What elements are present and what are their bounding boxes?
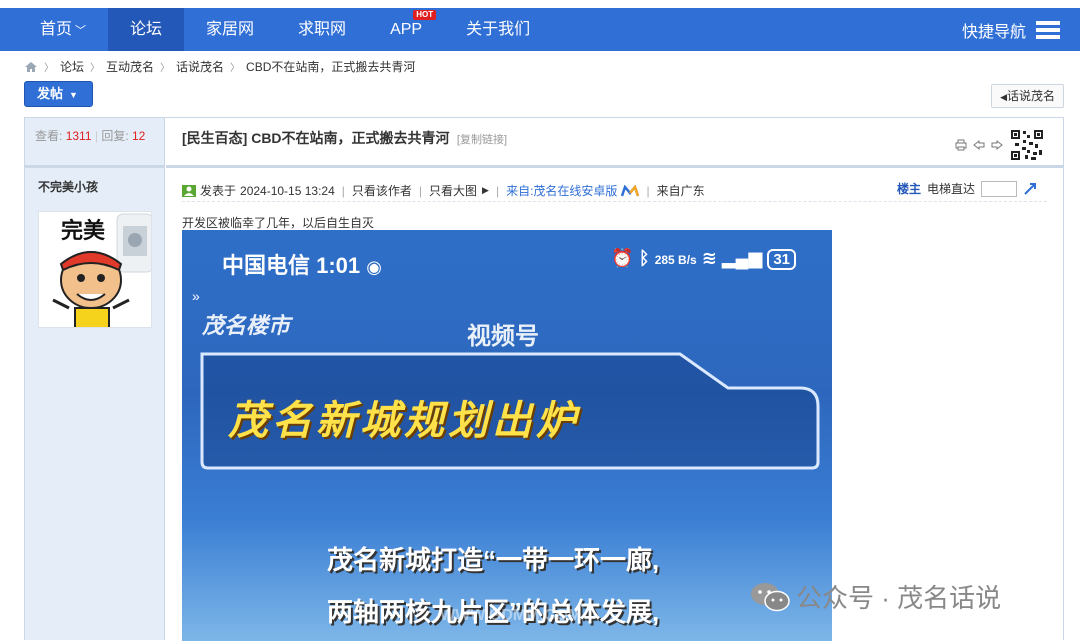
nav-about-label: 关于我们 xyxy=(466,21,531,38)
wechat-watermark: 公众号 · 茂名话说 xyxy=(750,578,1001,615)
breadcrumb-separator: 〉 xyxy=(44,63,54,74)
avatar-text: 完美 xyxy=(61,218,106,244)
caret-right-icon: ▶ xyxy=(482,185,489,195)
meta-separator: | xyxy=(646,183,650,198)
next-thread-icon[interactable] xyxy=(991,139,1003,151)
avatar-image: 完美 xyxy=(39,212,151,327)
thread-title: [民生百态] CBD不在站南，正式搬去共青河 xyxy=(182,130,450,146)
nav-home[interactable]: 首页 ﹀ xyxy=(0,8,108,51)
app-logo-icon xyxy=(621,184,640,196)
main-nav: 首页 ﹀ 论坛 家居网 求职网 APP HOT 关于我们 快捷导航 xyxy=(0,8,1080,51)
breadcrumb-interactive[interactable]: 互动茂名 xyxy=(106,58,154,75)
only-author-link[interactable]: 只看该作者 xyxy=(352,182,412,199)
breadcrumb-separator: 〉 xyxy=(160,63,171,74)
thread-stats: 查看: 1311 | 回复: 12 xyxy=(25,118,164,168)
nav-about[interactable]: 关于我们 xyxy=(444,8,552,51)
meta-separator: | xyxy=(495,183,500,198)
breadcrumb-board[interactable]: 话说茂名 xyxy=(176,58,224,75)
eye-icon: ◉ xyxy=(366,257,382,277)
go-arrow-icon[interactable] xyxy=(1023,182,1037,195)
video-headline: 茂名新城规划出炉 xyxy=(228,399,580,443)
nav-home-label: 首页 xyxy=(40,21,73,38)
breadcrumb: 〉 论坛 〉 互动茂名 〉 话说茂名 〉 CBD不在站南，正式搬去共青河 xyxy=(24,58,415,75)
post-column: [民生百态] CBD不在站南，正式搬去共青河 [复制链接] 发表于 2024-1… xyxy=(166,118,1063,641)
video-logo: 茂名楼市 xyxy=(202,313,291,338)
video-subtitle-1: 茂名新城打造“一带一环一廊, xyxy=(327,545,660,575)
breadcrumb-separator: 〉 xyxy=(90,63,101,74)
nav-jobs[interactable]: 求职网 xyxy=(276,8,368,51)
nav-forum[interactable]: 论坛 xyxy=(108,8,185,51)
wechat-account-name: 公众号 · 茂名话说 xyxy=(796,583,1002,613)
jump-label: 电梯直达 xyxy=(926,182,975,196)
post-body-text: 开发区被临幸了几年，以后自生自灭 xyxy=(182,216,375,230)
only-big-images-link[interactable]: 只看大图 xyxy=(429,182,477,199)
breadcrumb-forum[interactable]: 论坛 xyxy=(60,58,84,75)
prev-thread-icon[interactable] xyxy=(973,139,985,151)
replies-label: 回复: xyxy=(101,129,129,143)
author-name[interactable]: 不完美小孩 xyxy=(25,168,164,195)
menu-icon xyxy=(1036,20,1060,39)
post-image[interactable]: 中国电信 1:01 ◉ ⏰ ᛒ 285 B/s ≋ ▂▄▆ 31 » 茂名楼市 … xyxy=(182,230,832,641)
quick-nav-label: 快捷导航 xyxy=(961,23,1026,41)
back-to-board-label: 话说茂名 xyxy=(1006,89,1055,103)
caret-left-icon: ◀ xyxy=(1000,92,1007,102)
battery-icon: 31 xyxy=(767,249,796,270)
new-post-label: 发帖 xyxy=(37,86,64,101)
nav-app-label: APP xyxy=(390,21,423,38)
wechat-icon xyxy=(751,582,790,611)
qr-code-icon[interactable] xyxy=(1009,128,1045,162)
nav-jobs-label: 求职网 xyxy=(298,21,347,38)
caret-down-icon: ▼ xyxy=(69,90,78,100)
nav-app[interactable]: APP HOT xyxy=(368,8,444,51)
alarm-icon: ⏰ xyxy=(611,248,634,268)
posted-time: 2024-10-15 13:24 xyxy=(240,183,335,198)
posted-prefix: 发表于 xyxy=(200,184,237,198)
replies-count: 12 xyxy=(132,129,146,143)
phone-carrier-text: 中国电信 1:01 xyxy=(222,253,361,278)
post-meta: 发表于 2024-10-15 13:24 | 只看该作者 | 只看大图 ▶ | … xyxy=(182,180,1047,202)
copy-link[interactable]: [复制链接] xyxy=(457,134,507,146)
avatar[interactable]: 完美 xyxy=(38,211,152,328)
nav-home-decor-label: 家居网 xyxy=(206,21,255,38)
site-watermark: WWW.GDMM.COM xyxy=(440,607,582,624)
phone-status-icons: ⏰ ᛒ 285 B/s ≋ ▂▄▆ 31 xyxy=(611,248,796,270)
hot-badge: HOT xyxy=(413,10,437,20)
chevrons-icon: » xyxy=(192,288,200,304)
print-icon[interactable] xyxy=(955,139,967,151)
phone-carrier-time: 中国电信 1:01 ◉ xyxy=(222,248,382,280)
nav-home-decor[interactable]: 家居网 xyxy=(184,8,276,51)
wifi-icon: ≋ xyxy=(701,248,717,268)
stats-divider: | xyxy=(94,129,98,143)
source-link[interactable]: 来自:茂名在线安卓版 xyxy=(506,182,617,199)
thread-tools xyxy=(955,128,1045,162)
floor-label[interactable]: 楼主 xyxy=(897,180,921,197)
meta-separator: | xyxy=(418,183,423,198)
home-icon[interactable] xyxy=(24,61,38,73)
thread-container: 查看: 1311 | 回复: 12 不完美小孩 完美 [民生百态] CBD不在站… xyxy=(24,117,1064,641)
net-speed: 285 B/s xyxy=(654,253,697,267)
quick-nav-button[interactable]: 快捷导航 xyxy=(962,8,1060,51)
thread-title-row: [民生百态] CBD不在站南，正式搬去共青河 [复制链接] xyxy=(166,118,1063,168)
video-channel-label: 视频号 xyxy=(467,323,539,350)
floor-jump: 楼主 电梯直达 xyxy=(897,180,1037,197)
floor-jump-input[interactable] xyxy=(981,180,1017,197)
top-spacer xyxy=(0,0,1080,8)
bluetooth-icon: ᛒ xyxy=(638,248,650,268)
back-to-board-button[interactable]: ◀话说茂名 xyxy=(991,84,1064,108)
author-column: 查看: 1311 | 回复: 12 不完美小孩 完美 xyxy=(25,118,165,640)
post-location: 来自广东 xyxy=(656,184,705,198)
views-count: 1311 xyxy=(65,129,92,143)
meta-separator: | xyxy=(341,183,345,198)
views-label: 查看: xyxy=(35,129,63,143)
online-status-icon xyxy=(182,184,196,197)
signal-icon: ▂▄▆ xyxy=(721,248,763,268)
breadcrumb-current: CBD不在站南，正式搬去共青河 xyxy=(246,60,416,74)
new-post-button[interactable]: 发帖 ▼ xyxy=(24,81,93,107)
nav-forum-label: 论坛 xyxy=(130,21,163,38)
chevron-down-icon: ﹀ xyxy=(75,25,87,37)
breadcrumb-separator: 〉 xyxy=(230,63,241,74)
